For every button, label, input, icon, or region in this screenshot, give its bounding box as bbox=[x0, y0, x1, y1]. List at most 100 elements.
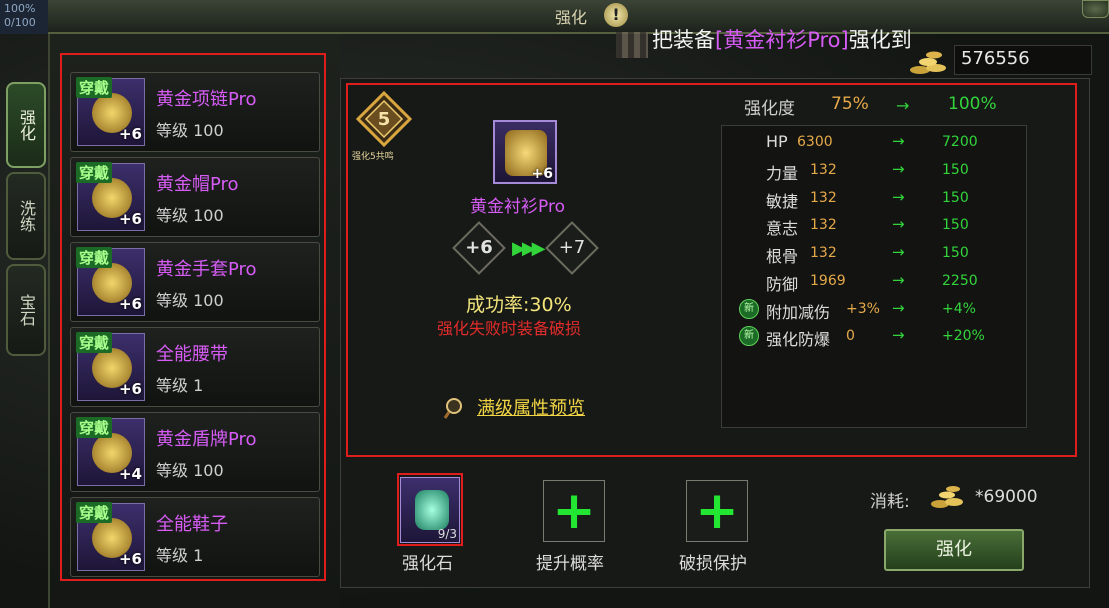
cost-amount: *69000 bbox=[975, 487, 1038, 507]
tab-enhance[interactable]: 强化 bbox=[6, 82, 46, 168]
stat-from: 6300 bbox=[797, 134, 833, 150]
item-plus: +4 bbox=[118, 465, 142, 483]
stat-from: +3% bbox=[846, 301, 880, 317]
item-plus: +6 bbox=[118, 295, 142, 313]
equipped-tag: 穿戴 bbox=[76, 417, 113, 438]
stat-arrow: → bbox=[892, 132, 905, 150]
stat-arrow: → bbox=[892, 215, 905, 233]
stat-row-agility: 敏捷 132 → 150 bbox=[722, 185, 1028, 211]
plus-icon: + bbox=[552, 481, 596, 541]
plus-icon: + bbox=[695, 481, 739, 541]
tab-refine[interactable]: 洗练 bbox=[6, 172, 46, 260]
new-badge-icon: 新 bbox=[739, 326, 759, 346]
selected-equipment-name: 黄金衬衫Pro bbox=[470, 197, 565, 217]
stat-label: HP bbox=[766, 132, 788, 151]
enhance-stone-slot[interactable]: 9/3 bbox=[400, 477, 460, 543]
equipped-tag: 穿戴 bbox=[76, 162, 113, 183]
stat-row-hp: HP 6300 → 7200 bbox=[722, 129, 1028, 155]
enhance-degree-to: 100% bbox=[948, 94, 997, 114]
stat-arrow: → bbox=[892, 299, 905, 317]
item-level: 等级 100 bbox=[156, 461, 224, 480]
item-plus: +6 bbox=[118, 550, 142, 568]
item-name: 黄金手套Pro bbox=[156, 259, 257, 280]
enhance-button[interactable]: 强化 bbox=[884, 529, 1024, 571]
stat-to: 7200 bbox=[942, 134, 978, 150]
close-button[interactable] bbox=[1082, 0, 1109, 18]
stat-arrow: → bbox=[892, 243, 905, 261]
boost-rate-slot[interactable]: + bbox=[543, 480, 605, 542]
item-level: 等级 100 bbox=[156, 291, 224, 310]
enhance-degree-arrow: → bbox=[896, 96, 910, 115]
stat-from: 132 bbox=[810, 190, 837, 206]
stat-to: +20% bbox=[942, 328, 985, 344]
level-to: +7 bbox=[558, 237, 586, 258]
stat-arrow: → bbox=[892, 160, 905, 178]
equipment-item-gloves[interactable]: 穿戴 +6 黄金手套Pro 等级 100 bbox=[70, 242, 320, 322]
enhance-button-label: 强化 bbox=[936, 539, 972, 560]
window-title: 强化 bbox=[555, 8, 588, 27]
gem-icon bbox=[415, 490, 449, 530]
hud-percent: 100% bbox=[4, 2, 36, 15]
equipment-item-boots[interactable]: 穿戴 +6 全能鞋子 等级 1 bbox=[70, 497, 320, 577]
level-from: +6 bbox=[465, 237, 493, 258]
stat-from: 0 bbox=[846, 328, 855, 344]
stat-row-will: 意志 132 → 150 bbox=[722, 212, 1028, 238]
equipped-tag: 穿戴 bbox=[76, 247, 113, 268]
helmet-icon: 穿戴 +6 bbox=[76, 162, 145, 231]
equipment-item-belt[interactable]: 穿戴 +6 全能腰带 等级 1 bbox=[70, 327, 320, 407]
necklace-icon: 穿戴 +6 bbox=[76, 77, 145, 146]
equipment-item-necklace[interactable]: 穿戴 +6 黄金项链Pro 等级 100 bbox=[70, 72, 320, 152]
item-name: 黄金帽Pro bbox=[156, 174, 239, 195]
item-name: 全能腰带 bbox=[156, 344, 228, 365]
item-name: 黄金项链Pro bbox=[156, 89, 257, 110]
tab-refine-label: 洗练 bbox=[17, 200, 36, 232]
stat-label: 附加减伤 bbox=[766, 303, 831, 322]
stat-to: +4% bbox=[942, 301, 976, 317]
stat-to: 150 bbox=[942, 217, 969, 233]
stat-to: 150 bbox=[942, 190, 969, 206]
stat-label: 意志 bbox=[766, 219, 799, 238]
enhance-degree-label: 强化度 bbox=[744, 99, 795, 119]
resonance-badge-icon[interactable]: 5 bbox=[356, 91, 412, 147]
info-icon[interactable]: ! bbox=[604, 3, 628, 27]
selected-equipment-icon: +6 bbox=[493, 120, 557, 184]
equipped-tag: 穿戴 bbox=[76, 77, 113, 98]
stat-arrow: → bbox=[892, 271, 905, 289]
stat-label: 强化防爆 bbox=[766, 330, 831, 349]
hud-value: 0/100 bbox=[4, 16, 36, 29]
stat-from: 132 bbox=[810, 162, 837, 178]
stat-from: 1969 bbox=[810, 273, 846, 289]
item-level: 等级 1 bbox=[156, 376, 204, 395]
headline-suffix: 强化到 bbox=[848, 28, 912, 52]
stat-arrow: → bbox=[892, 188, 905, 206]
magnifier-icon bbox=[443, 398, 462, 419]
resonance-number: 5 bbox=[378, 109, 391, 130]
tab-gem[interactable]: 宝石 bbox=[6, 264, 46, 356]
stat-label: 根骨 bbox=[766, 247, 799, 266]
item-plus: +6 bbox=[118, 380, 142, 398]
enhance-window: 100% 0/100 强化 ! 把装备[黄金衬衫Pro]强化到 576556 强化… bbox=[0, 0, 1109, 608]
selected-plus: +6 bbox=[531, 166, 553, 182]
item-level: 等级 100 bbox=[156, 206, 224, 225]
max-level-preview-link[interactable]: 满级属性预览 bbox=[477, 394, 585, 420]
gold-amount: 576556 bbox=[954, 45, 1092, 75]
item-level: 等级 1 bbox=[156, 546, 204, 565]
break-protection-slot[interactable]: + bbox=[686, 480, 748, 542]
equipment-item-hat[interactable]: 穿戴 +6 黄金帽Pro 等级 100 bbox=[70, 157, 320, 237]
enhance-degree-from: 75% bbox=[831, 94, 869, 114]
stat-to: 2250 bbox=[942, 273, 978, 289]
shield-icon: 穿戴 +4 bbox=[76, 417, 145, 486]
stat-table: HP 6300 → 7200 力量 132 → 150 敏捷 132 → 150 意志 132 → 15… bbox=[721, 125, 1027, 428]
enhance-stone-label: 强化石 bbox=[402, 554, 453, 574]
resonance-label: 强化5共鸣 bbox=[352, 152, 394, 162]
item-name: 黄金盾牌Pro bbox=[156, 429, 257, 450]
headline-item: [黄金衬衫Pro] bbox=[715, 28, 849, 52]
tab-gem-label: 宝石 bbox=[17, 294, 36, 326]
gloves-icon: 穿戴 +6 bbox=[76, 247, 145, 316]
item-plus: +6 bbox=[118, 210, 142, 228]
item-name: 全能鞋子 bbox=[156, 514, 228, 535]
stat-label: 防御 bbox=[766, 275, 799, 294]
equipment-item-shield[interactable]: 穿戴 +4 黄金盾牌Pro 等级 100 bbox=[70, 412, 320, 492]
gold-coins-icon bbox=[910, 51, 946, 74]
new-badge-icon: 新 bbox=[739, 299, 759, 319]
